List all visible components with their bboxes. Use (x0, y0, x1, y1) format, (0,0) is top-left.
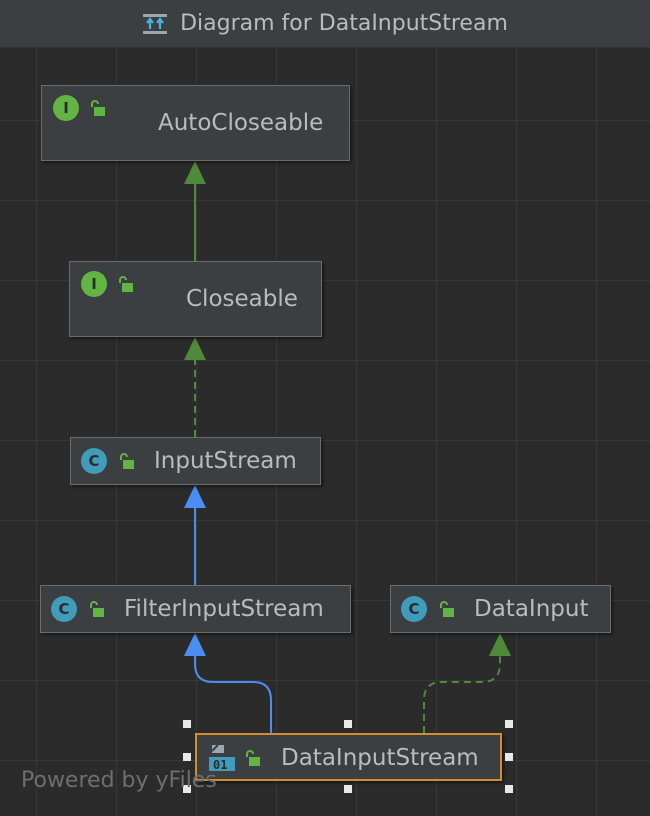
interface-icon: I (81, 271, 107, 297)
interface-icon: I (53, 95, 79, 121)
powered-by-watermark: Powered by yFiles (21, 768, 217, 793)
diagram-canvas[interactable] (0, 48, 650, 816)
public-lock-icon (246, 750, 260, 766)
resize-handle-nw[interactable] (183, 720, 191, 728)
node-datainput[interactable]: C DataInput (390, 585, 611, 633)
node-label: FilterInputStream (124, 596, 324, 622)
resize-handle-se[interactable] (505, 785, 513, 793)
class-icon: C (81, 448, 107, 474)
public-lock-icon (119, 276, 133, 292)
resize-handle-e[interactable] (505, 753, 513, 761)
node-datainputstream[interactable]: 01 DataInputStream (195, 733, 502, 781)
class-icon: C (401, 596, 427, 622)
resize-handle-s[interactable] (344, 785, 352, 793)
public-lock-icon (91, 100, 105, 116)
node-label: AutoCloseable (158, 110, 324, 136)
node-autocloseable[interactable]: I AutoCloseable (41, 85, 350, 161)
resize-handle-n[interactable] (344, 720, 352, 728)
public-lock-icon (90, 601, 104, 617)
window-title: Diagram for DataInputStream (180, 11, 508, 36)
public-lock-icon (120, 453, 134, 469)
class-icon: C (51, 596, 77, 622)
resize-handle-ne[interactable] (505, 720, 513, 728)
public-lock-icon (440, 601, 454, 617)
node-label: InputStream (154, 448, 297, 474)
node-label: DataInputStream (281, 745, 479, 771)
node-label: DataInput (474, 596, 589, 622)
resize-handle-w[interactable] (183, 753, 191, 761)
node-closeable[interactable]: I Closeable (69, 261, 322, 337)
window-title-bar: Diagram for DataInputStream (0, 0, 650, 48)
diagram-icon (143, 13, 168, 34)
node-label: Closeable (186, 286, 298, 312)
node-filterinputstream[interactable]: C FilterInputStream (40, 585, 351, 633)
node-inputstream[interactable]: C InputStream (70, 437, 321, 485)
